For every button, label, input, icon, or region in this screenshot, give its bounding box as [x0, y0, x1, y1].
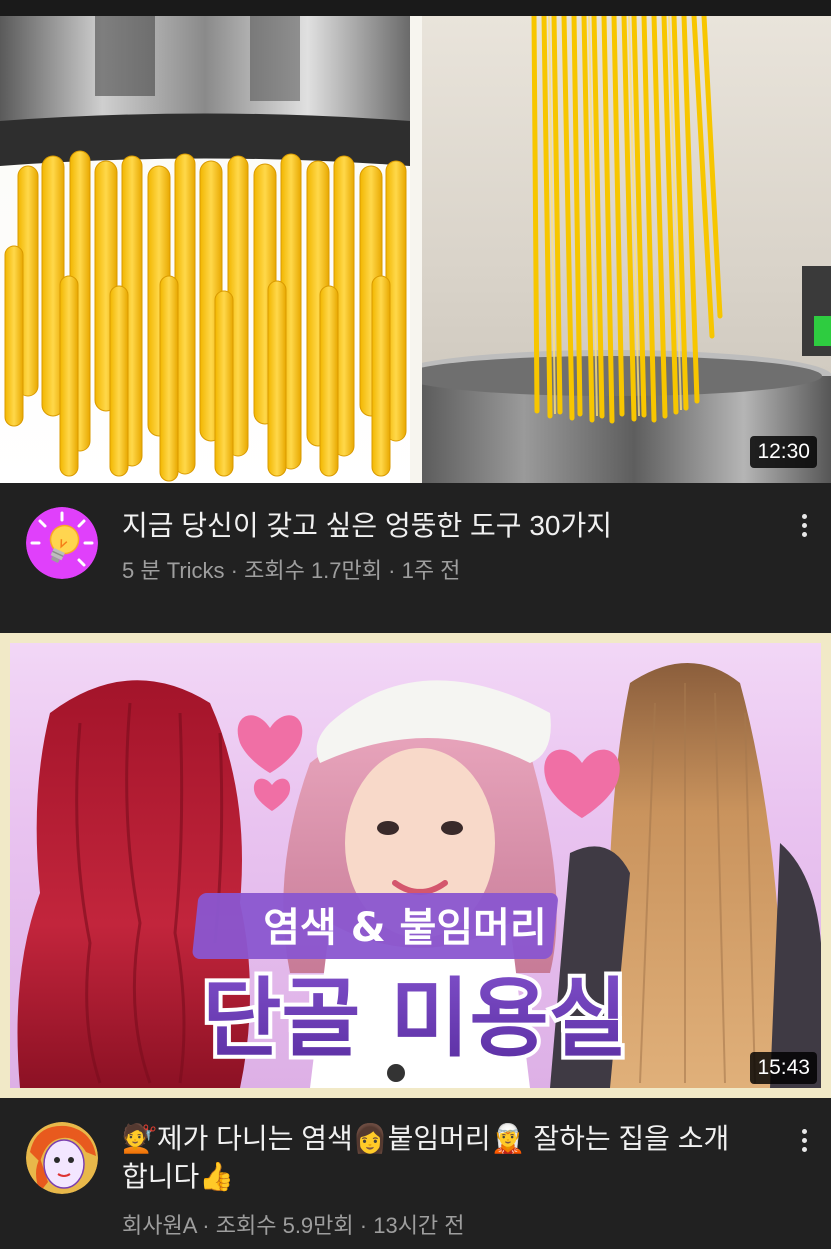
channel-avatar[interactable]: [26, 1122, 98, 1194]
video-info-row[interactable]: 💇제가 다니는 염색👩붙임머리🧝 잘하는 집을 소개합니다👍 회사원A · 조회…: [0, 1098, 831, 1249]
title-part: 합니다: [122, 1161, 200, 1192]
upload-age: 1주 전: [401, 558, 461, 583]
thumbnail-text-line1: 염색 & 붙임머리: [263, 905, 547, 951]
video-metadata: 회사원A · 조회수 5.9만회 · 13시간 전: [122, 1208, 772, 1240]
thumbnail-divider: [410, 16, 422, 483]
elf-emoji-icon: 🧝: [490, 1123, 526, 1154]
more-options-icon[interactable]: [794, 505, 814, 545]
title-part: 제가 다니는 염색: [156, 1123, 353, 1154]
hair-cut-emoji-icon: 💇: [122, 1123, 157, 1154]
video-duration-badge: 15:43: [750, 1052, 817, 1084]
meta-separator: ·: [353, 1213, 374, 1238]
channel-name[interactable]: 회사원A: [122, 1213, 196, 1238]
top-status-strip: [0, 0, 831, 16]
thumbnail-text-line2: 단골 미용실: [202, 969, 628, 1069]
video-title[interactable]: 지금 당신이 갖고 싶은 엉뚱한 도구 30가지: [122, 507, 772, 545]
thumbnail-spaghetti-pot-image: [422, 16, 831, 483]
thumbs-up-emoji-icon: 👍: [199, 1161, 235, 1192]
channel-name[interactable]: 5 분 Tricks: [122, 558, 225, 583]
channel-avatar[interactable]: [26, 507, 98, 579]
cartoon-face-icon: [26, 1122, 98, 1194]
upload-age: 13시간 전: [373, 1213, 465, 1238]
video-metadata: 5 분 Tricks · 조회수 1.7만회 · 1주 전: [122, 553, 772, 585]
video-info-row[interactable]: 지금 당신이 갖고 싶은 엉뚱한 도구 30가지 5 분 Tricks · 조회…: [0, 483, 831, 633]
video-thumbnail[interactable]: 염색 & 붙임머리 단골 미용실 15:43: [0, 633, 831, 1098]
thumbnail-pasta-press-image: [0, 16, 410, 483]
view-count: 조회수 5.9만회: [215, 1213, 354, 1238]
more-options-icon[interactable]: [794, 1120, 814, 1160]
title-part: 잘하는 집을 소개: [525, 1123, 730, 1154]
video-duration-badge: 12:30: [750, 436, 817, 468]
thumbnail-hair-salon-image: 염색 & 붙임머리 단골 미용실: [10, 643, 821, 1088]
lightbulb-icon: [26, 507, 98, 579]
meta-separator: ·: [224, 558, 245, 583]
view-count: 조회수 1.7만회: [244, 558, 383, 583]
video-thumbnail[interactable]: 12:30: [0, 16, 831, 483]
meta-separator: ·: [382, 558, 402, 583]
woman-emoji-icon: 👩: [352, 1123, 388, 1154]
title-part: 붙임머리: [387, 1123, 491, 1154]
meta-separator: ·: [196, 1213, 216, 1238]
video-title[interactable]: 💇제가 다니는 염색👩붙임머리🧝 잘하는 집을 소개합니다👍: [122, 1120, 792, 1196]
